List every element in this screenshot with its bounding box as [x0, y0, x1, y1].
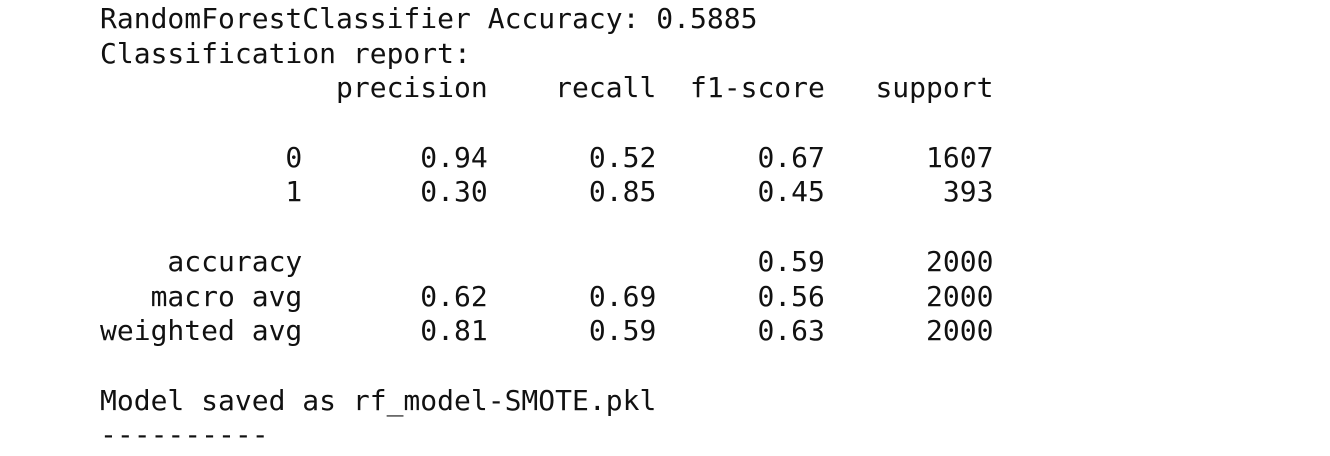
report-row-macro-avg: macro avg 0.62 0.69 0.56 2000	[100, 279, 994, 313]
report-row-class-0: 0 0.94 0.52 0.67 1607	[100, 140, 994, 174]
cell-output: RandomForestClassifier Accuracy: 0.5885 C…	[100, 2, 993, 453]
model-saved-line: Model saved as rf_model-SMOTE.pkl	[100, 383, 657, 417]
report-row-class-1: 1 0.30 0.85 0.45 393	[100, 175, 994, 209]
report-header-row: precision recall f1-score support	[100, 71, 994, 105]
report-row-accuracy: accuracy 0.59 2000	[100, 244, 994, 278]
accuracy-line: RandomForestClassifier Accuracy: 0.5885	[100, 2, 758, 35]
report-row-weighted-avg: weighted avg 0.81 0.59 0.63 2000	[100, 314, 994, 348]
separator-line: ----------	[100, 418, 269, 452]
report-title: Classification report:	[100, 36, 471, 70]
